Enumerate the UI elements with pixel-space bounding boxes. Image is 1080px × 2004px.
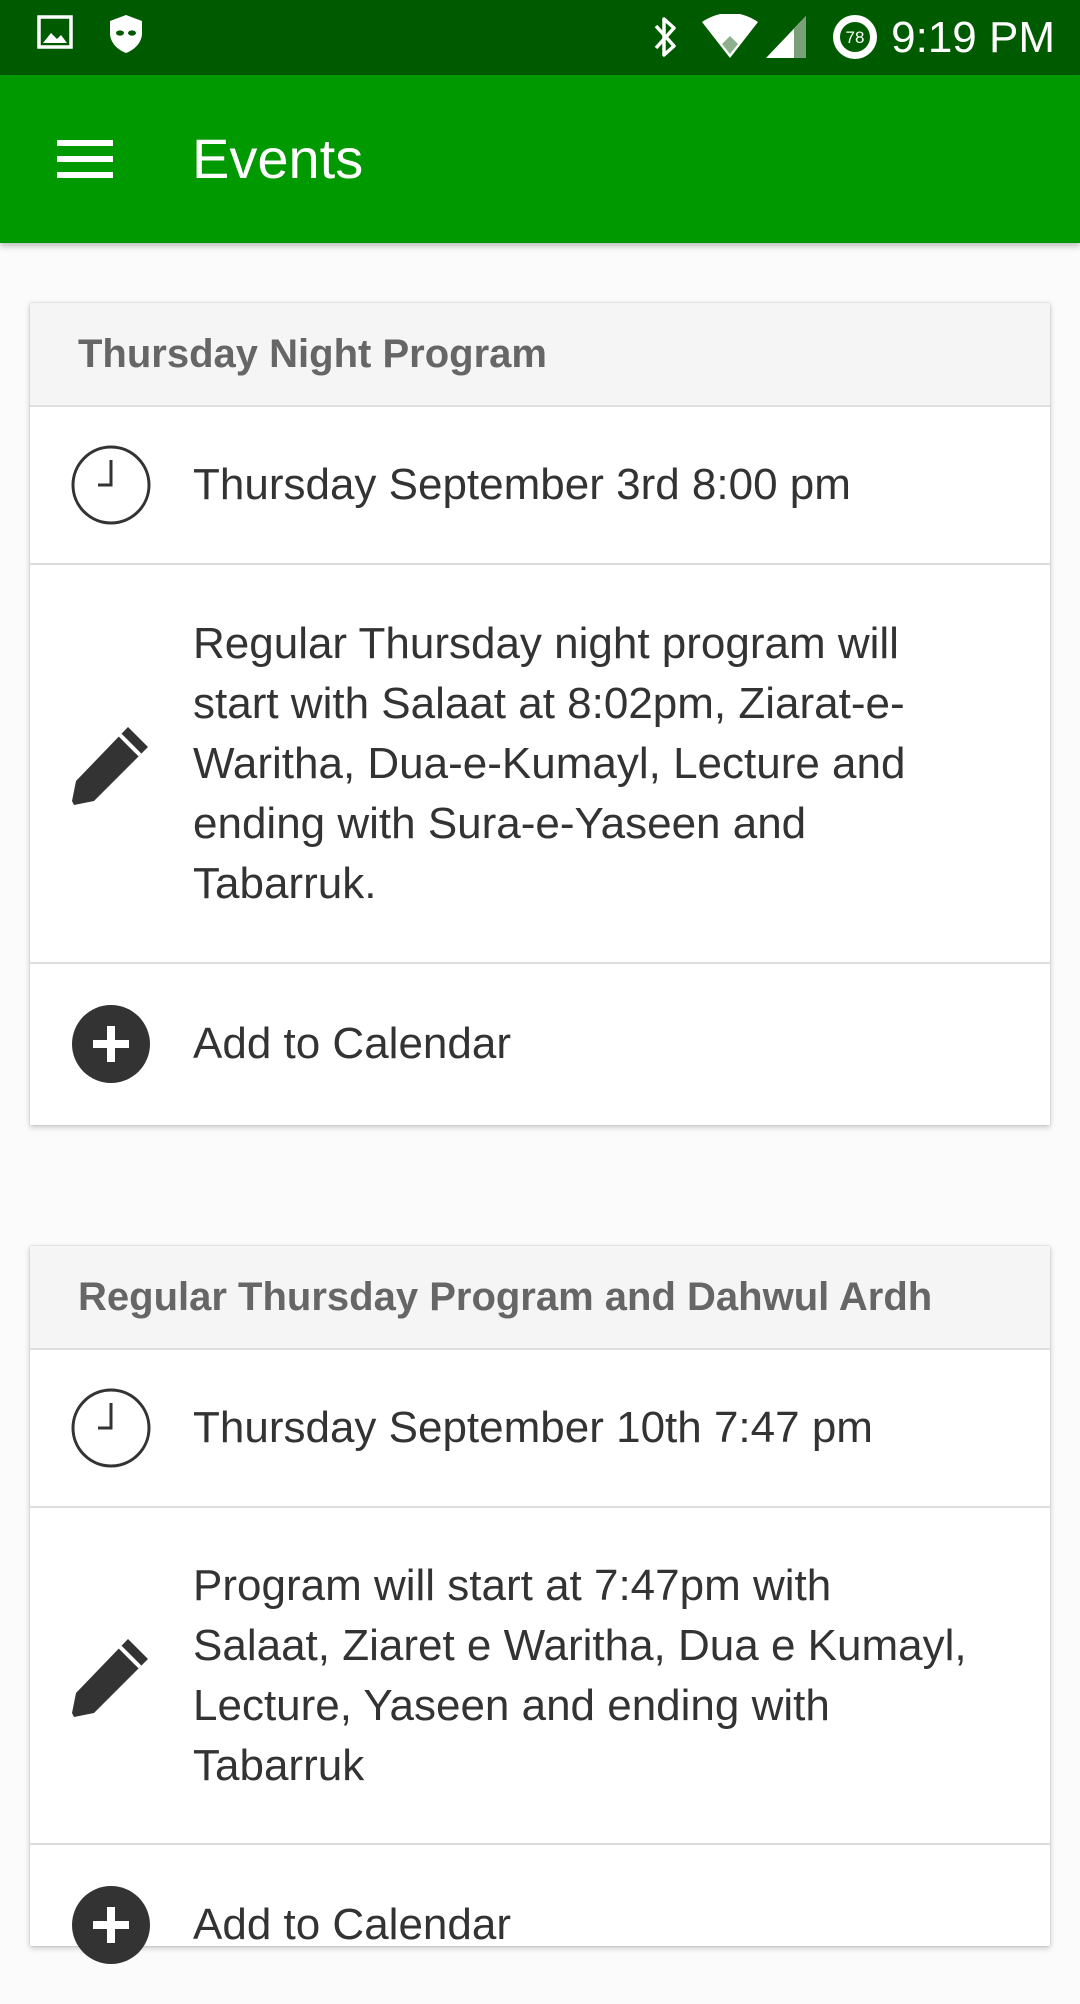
event-title: Thursday Night Program [30,303,1050,407]
pencil-icon [72,726,148,805]
status-time: 9:19 PM [891,13,1055,62]
event-datetime-row: Thursday September 10th 7:47 pm [30,1350,1050,1508]
hamburger-menu-icon [57,140,113,178]
event-title: Regular Thursday Program and Dahwul Ardh [30,1246,1050,1350]
clock-icon [71,445,151,525]
status-bar: 78 9:19 PM [0,0,1080,75]
add-circle-icon [72,1004,150,1083]
wifi-icon [700,13,760,65]
event-card: Thursday Night Program Thursday Septembe… [30,303,1050,1125]
clock-icon [71,1388,151,1468]
event-description-row: Regular Thursday night program will star… [30,565,1050,964]
event-datetime-row: Thursday September 3rd 8:00 pm [30,407,1050,565]
event-description-row: Program will start at 7:47pm with Salaat… [30,1508,1050,1845]
app-bar: Events [0,75,1080,243]
event-description: Program will start at 7:47pm with Salaat… [193,1560,967,1790]
event-description: Regular Thursday night program will star… [193,618,906,908]
menu-button[interactable] [40,119,130,199]
battery-icon: 78 [830,12,880,67]
add-to-calendar-label: Add to Calendar [193,1018,511,1068]
page-title: Events [192,127,364,190]
bluetooth-icon [648,14,682,65]
add-circle-icon [72,1885,150,1964]
add-to-calendar-button[interactable]: Add to Calendar [30,1845,1050,2004]
battery-level-text: 78 [846,28,865,47]
add-to-calendar-button[interactable]: Add to Calendar [30,964,1050,1123]
image-icon [36,13,74,56]
pencil-icon [72,1638,148,1717]
event-datetime: Thursday September 10th 7:47 pm [193,1403,873,1452]
event-datetime: Thursday September 3rd 8:00 pm [193,460,851,509]
event-card: Regular Thursday Program and Dahwul Ardh… [30,1246,1050,1964]
add-to-calendar-label: Add to Calendar [193,1899,511,1949]
shield-icon [106,13,146,60]
cellular-signal-icon [764,14,808,65]
